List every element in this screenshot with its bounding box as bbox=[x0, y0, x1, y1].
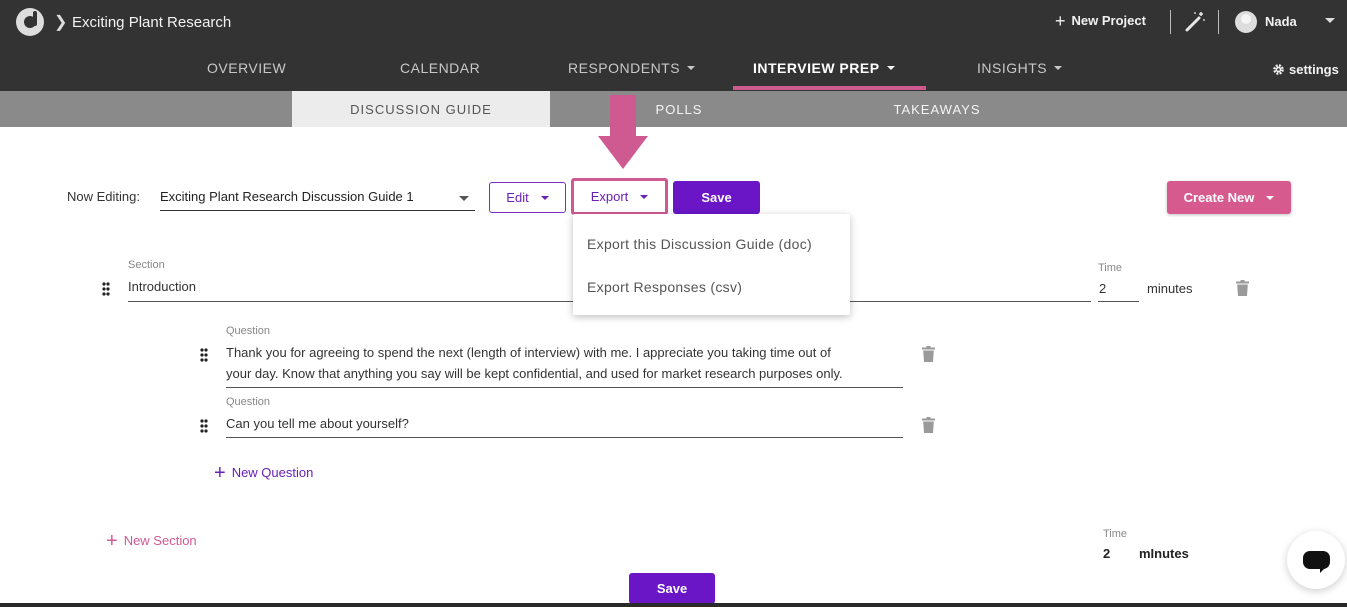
section-time-unit: minutes bbox=[1147, 281, 1193, 296]
create-new-button[interactable]: Create New bbox=[1167, 181, 1291, 214]
total-time-unit: mInutes bbox=[1139, 546, 1189, 561]
sub-nav-bar: DISCUSSION GUIDE POLLS TAKEAWAYS bbox=[0, 91, 1347, 127]
question-label: Question bbox=[226, 396, 271, 408]
header-divider bbox=[1170, 10, 1171, 34]
bottom-edge bbox=[0, 603, 1347, 607]
guide-select[interactable]: Exciting Plant Research Discussion Guide… bbox=[160, 181, 475, 211]
export-responses-csv-item[interactable]: Export Responses (csv) bbox=[587, 279, 742, 295]
export-button[interactable]: Export bbox=[571, 178, 668, 215]
nav-tab-overview[interactable]: OVERVIEW bbox=[207, 60, 286, 76]
chevron-down-icon bbox=[687, 66, 696, 70]
question-label: Question bbox=[226, 325, 271, 337]
save-bottom-button[interactable]: Save bbox=[629, 573, 715, 604]
section-time-input[interactable]: 2 bbox=[1099, 278, 1106, 299]
section-time-label: Time bbox=[1098, 262, 1123, 274]
drag-handle-icon[interactable] bbox=[200, 419, 208, 433]
plus-icon: + bbox=[214, 461, 226, 484]
chevron-down-icon bbox=[886, 66, 895, 70]
edit-button[interactable]: Edit bbox=[489, 182, 566, 213]
total-time-value: 2 bbox=[1103, 546, 1111, 561]
subtab-polls[interactable]: POLLS bbox=[550, 91, 808, 127]
gear-icon bbox=[1273, 64, 1284, 75]
question-text-line[interactable]: your day. Know that anything you say wil… bbox=[226, 363, 843, 384]
chevron-down-icon bbox=[459, 196, 469, 201]
chevron-down-icon bbox=[640, 194, 649, 199]
active-tab-indicator bbox=[733, 86, 926, 90]
now-editing-label: Now Editing: bbox=[67, 189, 140, 204]
chevron-down-icon bbox=[1266, 195, 1275, 200]
chat-widget-button[interactable] bbox=[1287, 531, 1345, 589]
new-project-button[interactable]: + New Project bbox=[1055, 10, 1146, 31]
section-title-input[interactable]: Introduction bbox=[128, 276, 196, 297]
subtab-takeaways[interactable]: TAKEAWAYS bbox=[808, 91, 1066, 127]
nav-tab-calendar[interactable]: CALENDAR bbox=[400, 60, 480, 76]
export-guide-doc-item[interactable]: Export this Discussion Guide (doc) bbox=[587, 236, 812, 252]
new-question-button[interactable]: + New Question bbox=[214, 461, 313, 484]
annotation-arrow bbox=[610, 95, 636, 137]
chevron-down-icon bbox=[1054, 66, 1063, 70]
nav-tab-insights[interactable]: INSIGHTS bbox=[977, 60, 1063, 76]
user-name[interactable]: Nada bbox=[1265, 14, 1297, 29]
guide-select-value: Exciting Plant Research Discussion Guide… bbox=[160, 189, 414, 204]
chevron-down-icon bbox=[540, 195, 549, 200]
question-text-line[interactable]: Can you tell me about yourself? bbox=[226, 413, 409, 434]
new-section-button[interactable]: + New Section bbox=[106, 529, 197, 552]
subtab-discussion-guide[interactable]: DISCUSSION GUIDE bbox=[292, 91, 550, 127]
section-time-underline bbox=[1098, 301, 1139, 302]
user-avatar[interactable] bbox=[1235, 11, 1257, 33]
delete-question-trash-icon[interactable] bbox=[922, 346, 935, 362]
drag-handle-icon[interactable] bbox=[102, 282, 110, 296]
question-text-line[interactable]: Thank you for agreeing to spend the next… bbox=[226, 342, 831, 363]
section-label: Section bbox=[128, 259, 165, 271]
user-menu-caret-icon[interactable] bbox=[1325, 18, 1335, 23]
breadcrumb-chevron-icon: ❯ bbox=[54, 14, 68, 31]
drag-handle-icon[interactable] bbox=[200, 348, 208, 362]
question-underline bbox=[226, 387, 903, 388]
top-bar: ❯ Exciting Plant Research + New Project … bbox=[0, 0, 1347, 91]
delete-question-trash-icon[interactable] bbox=[922, 417, 935, 433]
annotation-arrow-head bbox=[598, 136, 648, 169]
app-logo-icon[interactable] bbox=[16, 8, 44, 36]
delete-section-trash-icon[interactable] bbox=[1236, 280, 1249, 296]
plus-icon: + bbox=[106, 529, 118, 552]
plus-icon: + bbox=[1055, 10, 1066, 31]
nav-tab-interview-prep[interactable]: INTERVIEW PREP bbox=[753, 60, 895, 76]
nav-tab-respondents[interactable]: RESPONDENTS bbox=[568, 60, 696, 76]
question-underline bbox=[226, 437, 903, 438]
export-dropdown-menu: Export this Discussion Guide (doc) Expor… bbox=[573, 214, 850, 315]
save-button[interactable]: Save bbox=[673, 181, 760, 214]
new-project-label: New Project bbox=[1071, 13, 1146, 28]
magic-wand-icon[interactable] bbox=[1184, 10, 1206, 32]
header-divider bbox=[1218, 10, 1219, 34]
total-time-label: Time bbox=[1103, 528, 1128, 540]
project-title[interactable]: Exciting Plant Research bbox=[72, 14, 231, 31]
settings-button[interactable]: settings bbox=[1272, 62, 1339, 77]
